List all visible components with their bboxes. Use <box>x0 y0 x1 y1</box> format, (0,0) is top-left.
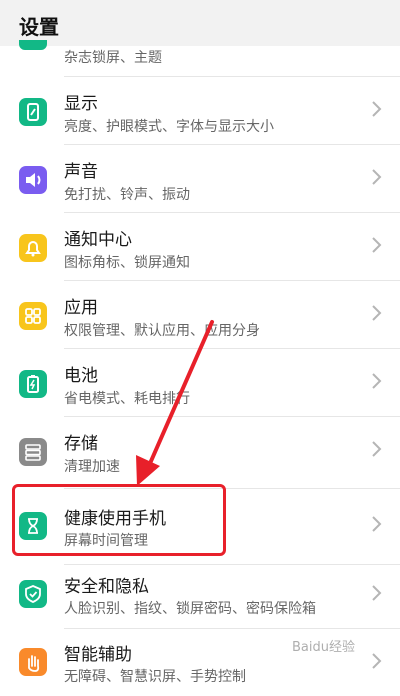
watermark: Baidu经验 <box>292 640 355 655</box>
annotation-arrow <box>136 320 214 486</box>
